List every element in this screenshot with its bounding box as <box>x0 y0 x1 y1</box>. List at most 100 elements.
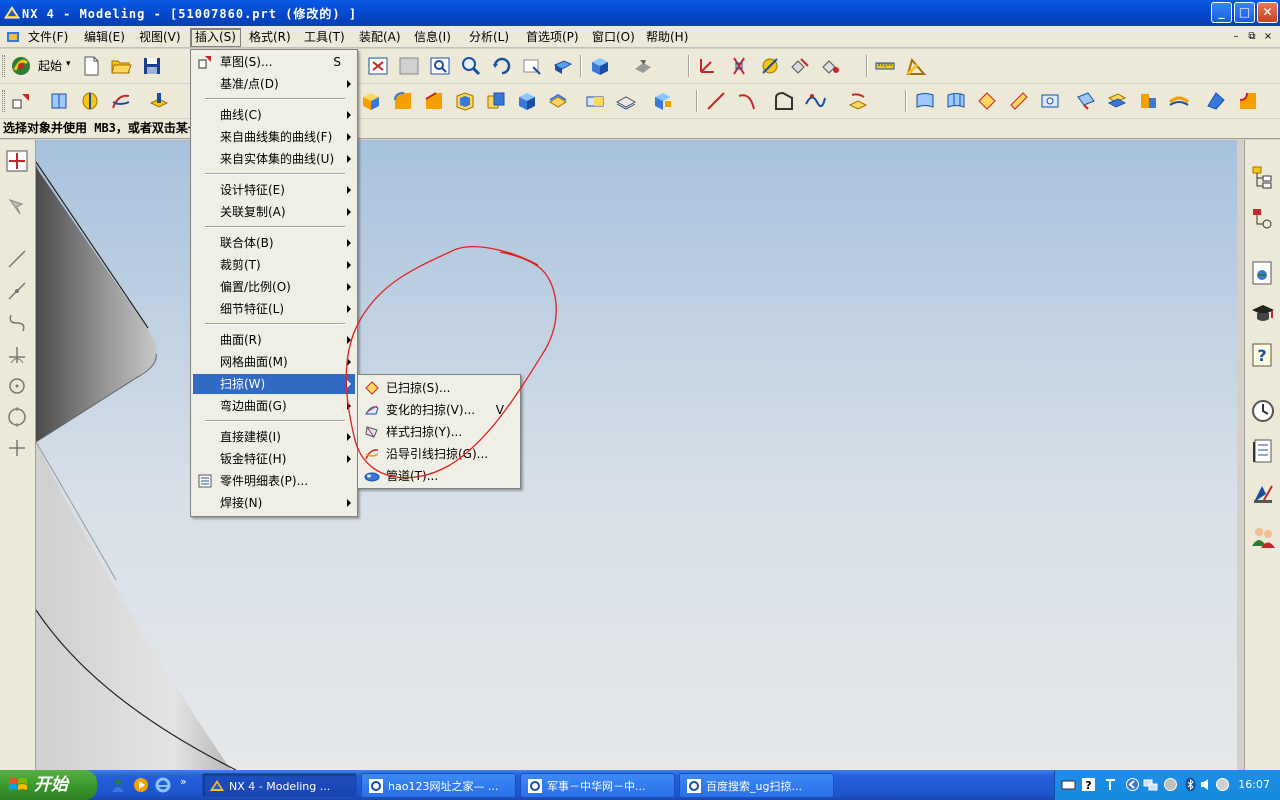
pan-icon[interactable] <box>521 55 543 77</box>
sweep-variational[interactable]: 变化的扫掠(V)... V <box>360 399 518 421</box>
project-curve-icon[interactable] <box>847 90 869 112</box>
toolbar-grip[interactable] <box>2 90 5 112</box>
menu-tools[interactable]: 工具(T) <box>300 29 349 46</box>
menu-analysis[interactable]: 分析(L) <box>465 29 513 46</box>
mdi-close-button[interactable]: × <box>1262 31 1274 43</box>
insert-detail-feature[interactable]: 细节特征(L) <box>193 299 355 319</box>
volume-icon[interactable] <box>1199 777 1214 792</box>
menu-file[interactable]: 文件(F) <box>24 29 72 46</box>
maximize-button[interactable]: □ <box>1234 2 1255 23</box>
insert-curve-from-bodies[interactable]: 来自实体集的曲线(U) <box>193 149 355 169</box>
edge-blend-icon[interactable] <box>392 90 414 112</box>
zoom-icon[interactable] <box>429 55 451 77</box>
view-orient-icon[interactable] <box>552 55 574 77</box>
start-application-icon[interactable] <box>10 55 32 77</box>
sweep-along-guide[interactable]: 沿导引线扫掠(G)... <box>360 443 518 465</box>
start-dropdown-arrow[interactable]: ▾ <box>66 59 71 69</box>
lines-arcs-icon[interactable] <box>6 280 28 302</box>
part-navigator-icon[interactable] <box>1250 206 1276 232</box>
start-button[interactable]: 开始 <box>0 770 97 800</box>
menu-preferences[interactable]: 首选项(P) <box>522 29 583 46</box>
task-baidu-search[interactable]: 百度搜索_ug扫掠... <box>679 773 834 798</box>
insert-direct-modeling[interactable]: 直接建模(I) <box>193 427 355 447</box>
open-file-icon[interactable] <box>110 55 132 77</box>
bounded-plane-icon[interactable] <box>1039 90 1061 112</box>
media-player-icon[interactable] <box>133 777 149 793</box>
insert-parts-list[interactable]: 零件明细表(P)... <box>193 471 355 491</box>
layer-icon[interactable] <box>728 55 750 77</box>
trim-body-icon[interactable] <box>547 90 569 112</box>
object-display-icon[interactable] <box>820 55 842 77</box>
circle-center-icon[interactable] <box>6 375 28 397</box>
ruled-surface-icon[interactable] <box>1008 90 1030 112</box>
zoom-in-out-icon[interactable] <box>460 55 482 77</box>
menu-window[interactable]: 窗口(O) <box>588 29 639 46</box>
insert-datum-point[interactable]: 基准/点(D) <box>193 74 355 94</box>
line-icon[interactable] <box>705 90 727 112</box>
edit-object-icon[interactable] <box>789 55 811 77</box>
nx-app-icon[interactable] <box>4 5 20 21</box>
sweep-swept[interactable]: 已扫掠(S)... <box>360 377 518 399</box>
point-tool-icon[interactable] <box>6 344 28 366</box>
mirror-body-icon[interactable] <box>516 90 538 112</box>
through-curves-icon[interactable] <box>914 90 936 112</box>
revolve-icon[interactable] <box>79 90 101 112</box>
circle-tool-icon[interactable] <box>6 406 28 428</box>
insert-curve[interactable]: 曲线(C) <box>193 105 355 125</box>
insert-trim[interactable]: 裁剪(T) <box>193 255 355 275</box>
menu-view[interactable]: 视图(V) <box>135 29 185 46</box>
hole-icon[interactable] <box>148 90 170 112</box>
extension-icon[interactable] <box>1075 90 1097 112</box>
process-studio-icon[interactable] <box>1250 480 1276 506</box>
measure-angle-icon[interactable] <box>905 55 927 77</box>
through-curve-mesh-icon[interactable] <box>945 90 967 112</box>
boolean-unite-icon[interactable] <box>652 90 674 112</box>
help-icon[interactable]: ? <box>1250 342 1276 368</box>
plus-point-icon[interactable] <box>6 437 28 459</box>
insert-design-feature[interactable]: 设计特征(E) <box>193 180 355 200</box>
insert-curve-from-curves[interactable]: 来自曲线集的曲线(F) <box>193 127 355 147</box>
internet-explorer-icon[interactable] <box>155 777 171 793</box>
web-browser-icon[interactable] <box>1250 260 1276 286</box>
insert-sheet-metal[interactable]: 钣金特征(H) <box>193 449 355 469</box>
shaded-view-icon[interactable] <box>589 55 611 77</box>
basic-curves-icon[interactable] <box>773 90 795 112</box>
bluetooth-icon[interactable] <box>1183 777 1198 792</box>
swept-icon[interactable] <box>976 90 998 112</box>
menu-help[interactable]: 帮助(H) <box>642 29 692 46</box>
ime-icon[interactable] <box>1103 777 1118 792</box>
rotate-icon[interactable] <box>491 55 513 77</box>
insert-weld[interactable]: 焊接(N) <box>193 493 355 513</box>
offset-surface-icon[interactable] <box>1106 90 1128 112</box>
quick-launch-more[interactable]: » <box>180 775 187 788</box>
toolbar-grip[interactable] <box>2 55 5 77</box>
select-crosshair-icon[interactable] <box>6 150 28 172</box>
measure-distance-icon[interactable] <box>874 55 896 77</box>
shell-icon[interactable] <box>454 90 476 112</box>
menu-format[interactable]: 格式(R) <box>245 29 295 46</box>
offset-face-icon[interactable] <box>584 90 606 112</box>
pattern-icon[interactable] <box>485 90 507 112</box>
zoom-window-icon[interactable] <box>398 55 420 77</box>
roles-icon[interactable] <box>1250 524 1276 550</box>
tray-collapse-icon[interactable] <box>1125 777 1140 792</box>
document-menu-icon[interactable] <box>5 29 21 45</box>
sketch-icon[interactable] <box>10 90 32 112</box>
menu-info[interactable]: 信息(I) <box>410 29 455 46</box>
insert-sketch[interactable]: 草图(S)... S <box>193 52 355 72</box>
face-blend-icon[interactable] <box>1205 90 1227 112</box>
system-materials-icon[interactable] <box>1250 438 1276 464</box>
chamfer-icon[interactable] <box>423 90 445 112</box>
help-tray-icon[interactable]: ? <box>1081 777 1096 792</box>
task-military-news[interactable]: 军事－中华网－中... <box>520 773 675 798</box>
antivirus-icon[interactable] <box>1163 777 1178 792</box>
close-button[interactable]: ✕ <box>1257 2 1278 23</box>
new-file-icon[interactable] <box>80 55 102 77</box>
insert-combine-bodies[interactable]: 联合体(B) <box>193 233 355 253</box>
sweep-styled[interactable]: 样式扫掠(Y)... <box>360 421 518 443</box>
insert-offset-scale[interactable]: 偏置/比例(O) <box>193 277 355 297</box>
curve-tool-icon[interactable] <box>6 312 28 334</box>
show-hide-icon[interactable] <box>759 55 781 77</box>
arc-icon[interactable] <box>736 90 758 112</box>
task-hao123[interactable]: hao123网址之家— ... <box>361 773 516 798</box>
